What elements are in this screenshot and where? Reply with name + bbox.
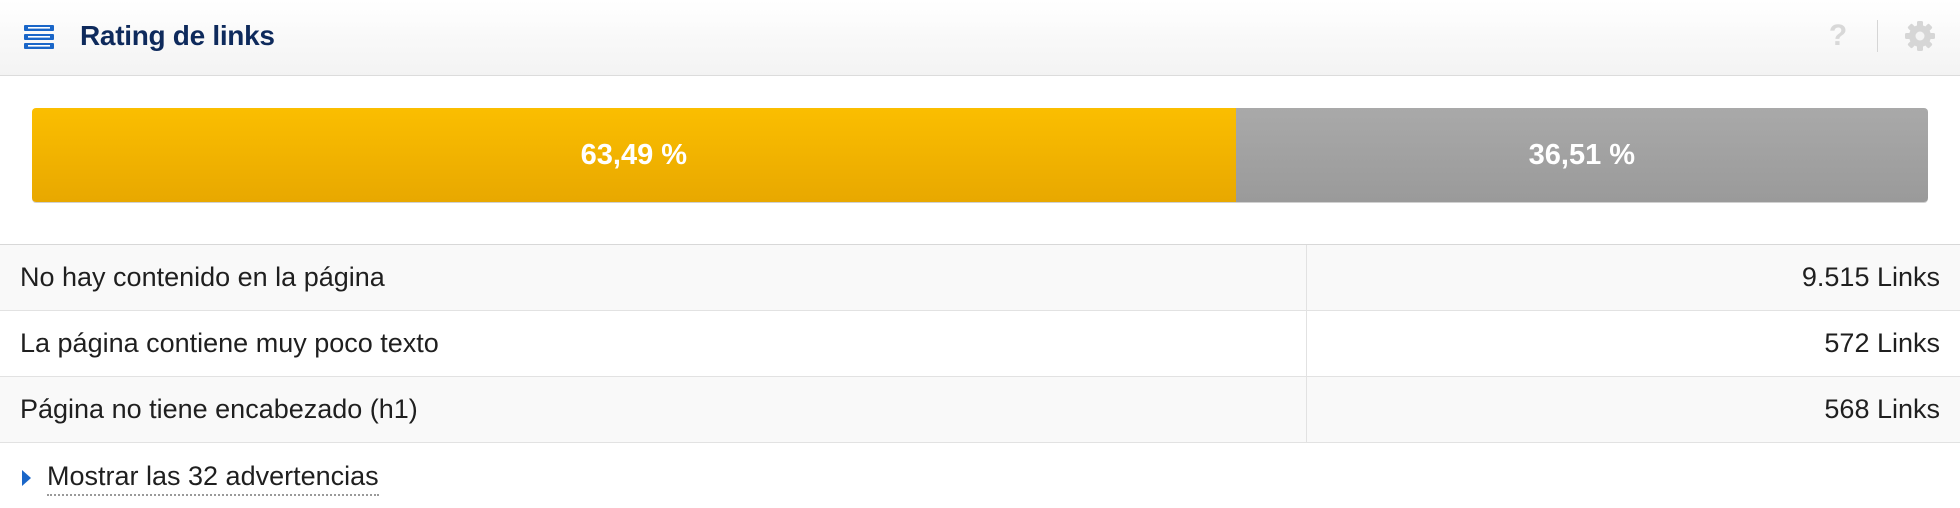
list-icon [24,25,54,49]
row-value: 572 Links [1824,328,1940,358]
table-row[interactable]: No hay contenido en la página 9.515 Link… [0,245,1960,311]
row-label: La página contiene muy poco texto [20,328,439,358]
column-divider [1306,311,1307,376]
widget-header: Rating de links ? [0,0,1960,76]
rating-segment-neutral[interactable]: 36,51 % [1235,108,1928,202]
table-row[interactable]: La página contiene muy poco texto 572 Li… [0,311,1960,377]
show-warnings-link[interactable]: Mostrar las 32 advertencias [22,458,379,498]
column-divider [1306,245,1307,310]
rating-bar: 63,49 % 36,51 % [32,108,1928,202]
row-value: 568 Links [1824,394,1940,424]
row-value: 9.515 Links [1801,262,1940,292]
warnings-table: No hay contenido en la página 9.515 Link… [0,244,1960,443]
show-warnings-label: Mostrar las 32 advertencias [47,461,379,496]
link-rating-widget: Rating de links ? 63,49 % 36,51 % No hay… [0,0,1960,508]
caret-right-icon [22,470,31,486]
segment-label: 63,49 % [580,138,688,171]
column-divider [1306,377,1307,442]
row-label: Página no tiene encabezado (h1) [20,394,418,424]
table-row[interactable]: Página no tiene encabezado (h1) 568 Link… [0,377,1960,443]
segment-label: 36,51 % [1528,138,1636,171]
rating-segment-warning[interactable]: 63,49 % [32,108,1236,202]
row-label: No hay contenido en la página [20,262,385,292]
widget-title: Rating de links [80,20,275,51]
gear-icon[interactable] [1904,20,1936,52]
header-divider [1877,20,1878,52]
question-icon[interactable]: ? [1824,18,1852,54]
